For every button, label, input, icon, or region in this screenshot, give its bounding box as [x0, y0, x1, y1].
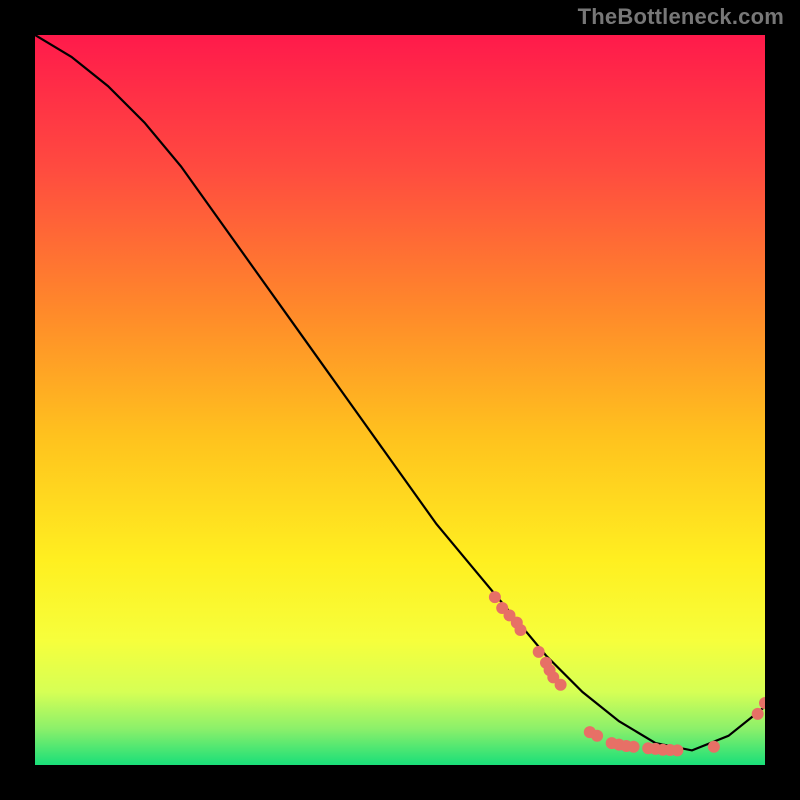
data-marker	[591, 730, 603, 742]
data-marker	[708, 741, 720, 753]
plot-area	[35, 35, 765, 765]
data-marker	[752, 708, 764, 720]
data-marker	[671, 744, 683, 756]
chart-frame: TheBottleneck.com	[0, 0, 800, 800]
chart-svg	[35, 35, 765, 765]
data-marker	[555, 679, 567, 691]
data-marker	[533, 646, 545, 658]
data-marker	[515, 624, 527, 636]
watermark-text: TheBottleneck.com	[578, 4, 784, 30]
data-marker	[489, 591, 501, 603]
data-marker	[628, 741, 640, 753]
gradient-background	[35, 35, 765, 765]
